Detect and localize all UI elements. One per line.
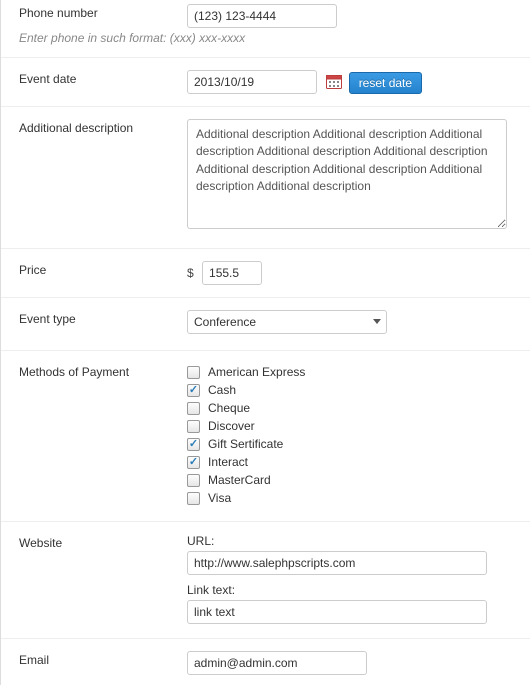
row-email: Email [1,643,530,685]
row-price: Price $ [1,253,530,293]
website-url-input[interactable] [187,551,487,575]
payment-method-label: MasterCard [208,473,271,487]
payment-method-label: Discover [208,419,255,433]
divider [1,57,530,58]
payment-method-label: Cheque [208,401,250,415]
checkbox[interactable] [187,384,200,397]
website-url-sublabel: URL: [187,534,512,548]
checkbox[interactable] [187,492,200,505]
payment-method-item: Discover [187,417,512,435]
divider [1,638,530,639]
email-label: Email [19,651,187,675]
payment-method-item: Cheque [187,399,512,417]
checkbox[interactable] [187,402,200,415]
additional-description-label: Additional description [19,119,187,232]
additional-description-textarea[interactable] [187,119,507,229]
divider [1,248,530,249]
payment-method-label: Visa [208,491,231,505]
row-phone: Phone number [1,0,530,30]
payment-method-label: Gift Sertificate [208,437,283,451]
price-label: Price [19,261,187,285]
divider [1,297,530,298]
payment-method-label: American Express [208,365,305,379]
row-event-type: Event type [1,302,530,346]
divider [1,521,530,522]
event-date-label: Event date [19,70,187,94]
checkbox[interactable] [187,456,200,469]
website-linktext-sublabel: Link text: [187,583,512,597]
phone-label: Phone number [19,4,187,28]
calendar-icon[interactable] [326,74,342,92]
payment-method-item: Visa [187,489,512,507]
payment-method-item: American Express [187,363,512,381]
phone-input[interactable] [187,4,337,28]
website-linktext-input[interactable] [187,600,487,624]
divider [1,350,530,351]
payment-methods-list: American Express Cash Cheque Discover Gift S… [187,363,512,507]
event-type-select[interactable] [187,310,387,334]
website-label: Website [19,534,187,624]
form-panel: Phone number Enter phone in such format:… [0,0,530,685]
divider [1,106,530,107]
checkbox[interactable] [187,438,200,451]
payment-methods-label: Methods of Payment [19,363,187,507]
checkbox[interactable] [187,420,200,433]
event-date-input[interactable] [187,70,317,94]
checkbox[interactable] [187,366,200,379]
payment-method-item: MasterCard [187,471,512,489]
phone-hint: Enter phone in such format: (xxx) xxx-xx… [1,30,530,53]
payment-method-label: Cash [208,383,236,397]
row-event-date: Event date reset date [1,62,530,102]
email-input[interactable] [187,651,367,675]
checkbox[interactable] [187,474,200,487]
payment-method-item: Cash [187,381,512,399]
payment-method-label: Interact [208,455,248,469]
event-type-label: Event type [19,310,187,334]
row-website: Website URL: Link text: [1,526,530,634]
currency-symbol: $ [187,266,194,280]
payment-method-item: Gift Sertificate [187,435,512,453]
event-type-value[interactable] [187,310,387,334]
payment-method-item: Interact [187,453,512,471]
reset-date-button[interactable]: reset date [349,72,422,94]
row-additional-description: Additional description [1,111,530,244]
price-input[interactable] [202,261,262,285]
row-payment-methods: Methods of Payment American Express Cash C… [1,355,530,517]
